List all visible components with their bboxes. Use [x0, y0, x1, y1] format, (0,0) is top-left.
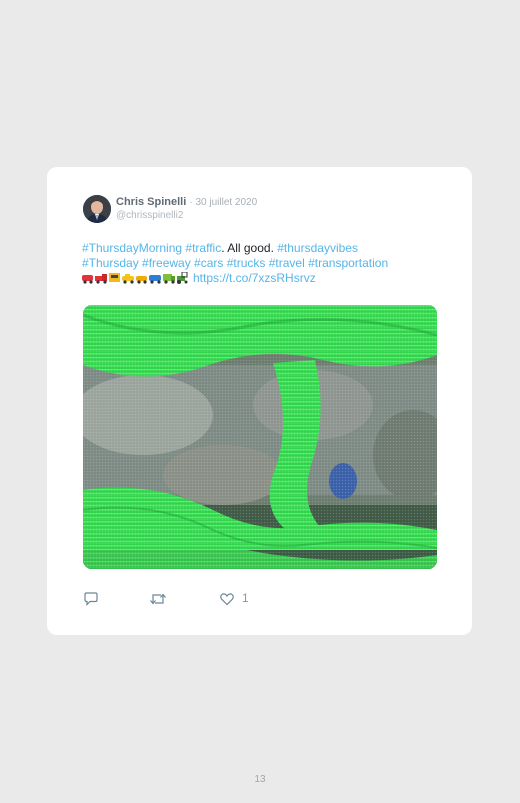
heart-icon [220, 593, 234, 606]
page-number: 13 [254, 774, 266, 785]
like-button[interactable] [219, 591, 235, 607]
retweet-icon [150, 593, 166, 605]
vehicle-emoji-icons: 🚗🚛🚧🚕🚖🚙🚚🚜 [82, 271, 190, 288]
retweet-button[interactable] [149, 591, 167, 607]
tweet-date[interactable]: · 30 juillet 2020 [189, 197, 257, 208]
author-name[interactable]: Chris Spinelli [116, 196, 186, 208]
tweet-actions: 1 [83, 591, 443, 607]
tweet-plain-text: . All good. [221, 241, 278, 255]
vehicle-emoji-strip-icon [82, 271, 188, 284]
tweet-card: Chris Spinelli · 30 juillet 2020 @chriss… [47, 167, 472, 635]
hashtag-traffic[interactable]: #traffic [185, 241, 221, 255]
tweet-text: #ThursdayMorning #traffic. All good. #th… [82, 241, 452, 286]
tweet-link[interactable]: https://t.co/7xzsRHsrvz [193, 271, 316, 285]
traffic-camera-photo [83, 305, 437, 569]
user-name-line: Chris Spinelli · 30 juillet 2020 [116, 196, 257, 208]
reply-icon [84, 592, 98, 606]
tweet-text-line-1: #ThursdayMorning #traffic. All good. #th… [82, 241, 452, 256]
tweet-text-line-3: 🚗🚛🚧🚕🚖🚙🚚🚜 [82, 271, 452, 286]
tweet-hashtags-line-2[interactable]: #Thursday #freeway #cars #trucks #travel… [82, 256, 452, 271]
avatar-image [83, 195, 111, 223]
author-handle[interactable]: @chrisspinelli2 [116, 210, 183, 221]
avatar[interactable] [83, 195, 111, 223]
like-count: 1 [242, 591, 249, 605]
hashtag-thursdayvibes[interactable]: #thursdayvibes [277, 241, 358, 255]
tweet-media-image[interactable] [83, 305, 437, 569]
hashtag-thursdaymorning[interactable]: #ThursdayMorning [82, 241, 182, 255]
reply-button[interactable] [83, 591, 99, 607]
